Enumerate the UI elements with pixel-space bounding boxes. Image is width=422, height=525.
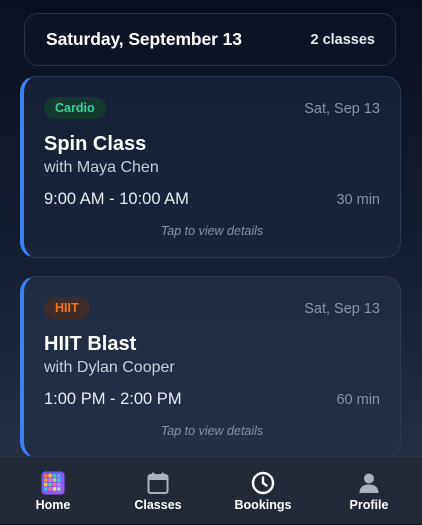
tap-hint: Tap to view details: [160, 424, 264, 438]
class-card-hiit[interactable]: HIIT Sat, Sep 13 HIIT Blast with Dylan C…: [20, 276, 401, 456]
class-card-spin[interactable]: Cardio Sat, Sep 13 Spin Class with Maya …: [20, 76, 401, 258]
calendar-icon: [147, 472, 169, 494]
class-date: Sat, Sep 13: [304, 101, 380, 117]
clock-icon: [251, 471, 275, 495]
class-duration: 60 min: [336, 392, 380, 408]
schedule-screen: Saturday, September 13 2 classes Cardio …: [0, 0, 422, 456]
class-instructor: with Dylan Cooper: [44, 359, 175, 376]
person-icon: [359, 473, 379, 493]
tab-classes[interactable]: Classes: [108, 457, 208, 525]
bottom-tab-bar: Home Classes Bookings Profile: [0, 456, 422, 524]
class-name: Spin Class: [44, 133, 147, 155]
tab-label: Classes: [134, 498, 182, 512]
class-instructor: with Maya Chen: [44, 159, 159, 176]
tab-home[interactable]: Home: [3, 457, 103, 525]
tab-label: Bookings: [234, 498, 292, 512]
tab-bookings[interactable]: Bookings: [213, 457, 313, 525]
tab-label: Home: [35, 498, 71, 512]
date-title: Saturday, September 13: [46, 29, 242, 49]
home-grid-icon: [41, 471, 65, 495]
category-badge: HIIT: [44, 297, 90, 319]
tab-label: Profile: [349, 498, 389, 512]
class-time: 9:00 AM - 10:00 AM: [44, 190, 189, 208]
tap-hint: Tap to view details: [160, 224, 264, 238]
class-name: HIIT Blast: [44, 333, 137, 355]
tab-profile[interactable]: Profile: [319, 457, 419, 525]
class-time: 1:00 PM - 2:00 PM: [44, 390, 182, 408]
date-header: Saturday, September 13 2 classes: [24, 13, 396, 66]
class-date: Sat, Sep 13: [304, 301, 380, 317]
class-count: 2 classes: [310, 31, 375, 48]
class-duration: 30 min: [336, 192, 380, 208]
category-badge: Cardio: [44, 97, 106, 119]
